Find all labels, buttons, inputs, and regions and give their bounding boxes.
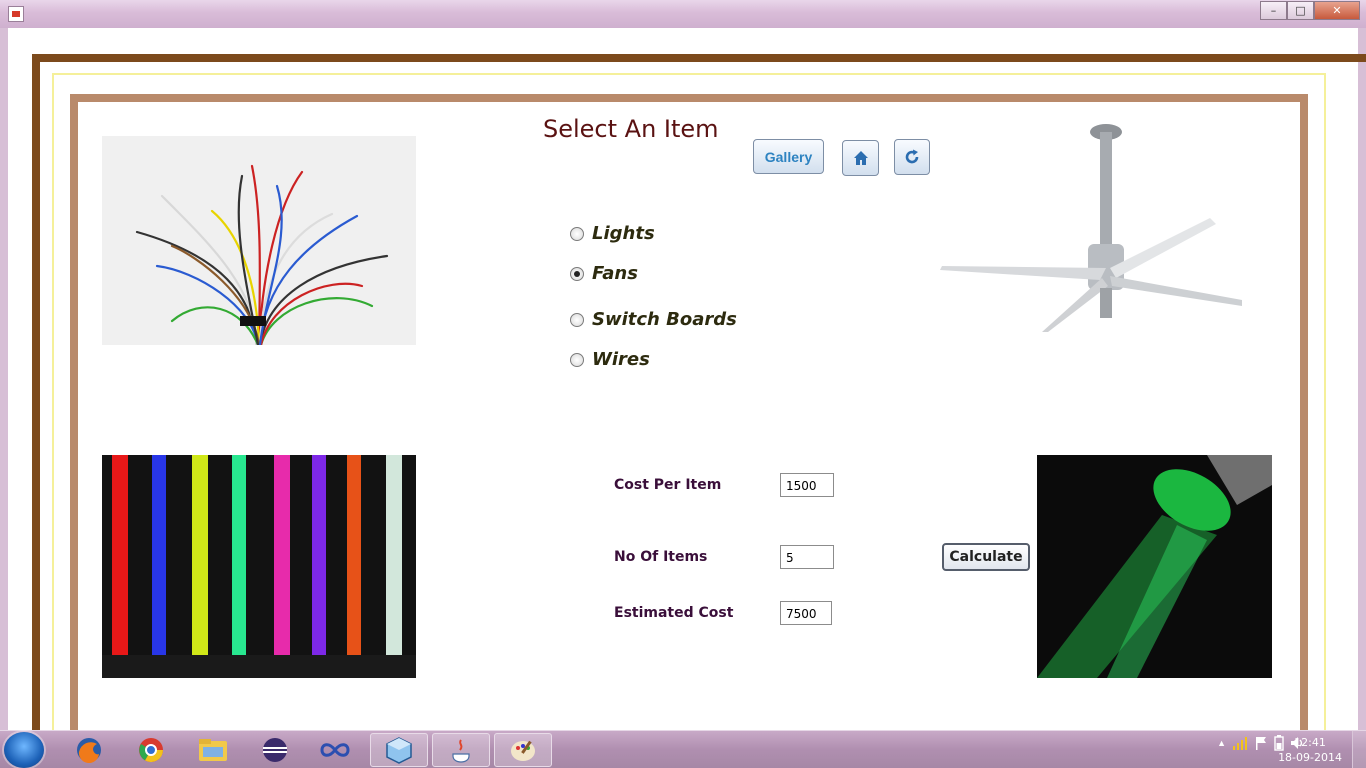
radio-label-switch-boards: Switch Boards [592,309,737,330]
radio-fans[interactable]: Fans [570,263,638,284]
taskbar-virtualbox[interactable] [370,733,428,767]
page-title: Select An Item [543,115,719,143]
radio-lights[interactable]: Lights [570,223,655,244]
taskbar-eclipse[interactable] [246,733,304,767]
start-button[interactable] [4,732,44,768]
minimize-button[interactable]: – [1260,1,1287,20]
network-signal-icon[interactable] [1232,736,1248,750]
flag-icon[interactable] [1254,736,1268,750]
no-of-items-label: No Of Items [614,549,708,565]
window-controls: – □ ✕ [1260,1,1360,20]
taskbar-paint[interactable] [494,733,552,767]
no-of-items-field[interactable]: 5 [780,545,834,569]
radio-button[interactable] [570,352,584,367]
refresh-button[interactable] [894,139,930,175]
java-app-icon [8,6,24,22]
estimated-cost-field[interactable]: 7500 [780,601,832,625]
show-desktop-button[interactable] [1352,731,1366,768]
eclipse-icon [263,738,287,762]
taskbar-java[interactable] [432,733,490,767]
show-hidden-icons-button[interactable]: ▲ [1217,738,1226,748]
gallery-button[interactable]: Gallery [753,139,824,174]
home-icon [853,151,868,165]
radio-label-fans: Fans [592,263,638,284]
java-icon [452,739,470,763]
radio-button-selected[interactable] [570,266,584,281]
cost-per-item-field[interactable]: 1500 [780,473,834,497]
firefox-icon [77,738,101,764]
taskbar-firefox[interactable] [60,733,118,767]
virtualbox-icon [386,737,412,764]
cost-per-item-label: Cost Per Item [614,477,722,493]
file-explorer-icon [199,739,227,761]
taskbar-chrome[interactable] [122,733,180,767]
radio-wires[interactable]: Wires [570,349,650,370]
radio-button[interactable] [570,312,584,327]
ceiling-fan-photo [930,118,1260,338]
window-border-left [0,28,8,730]
chrome-icon [139,738,163,763]
taskbar-infinity[interactable] [306,733,364,767]
title-bar: – □ ✕ [0,0,1366,28]
maximize-button[interactable]: □ [1287,1,1314,20]
infinity-icon [320,743,350,757]
close-button[interactable]: ✕ [1314,1,1360,20]
led-shower-photo [1037,455,1272,678]
wires-photo [102,136,416,345]
radio-label-wires: Wires [592,349,650,370]
home-button[interactable] [842,140,879,176]
taskbar-explorer[interactable] [184,733,242,767]
taskbar: ▲ 12:41 18-09-2014 [0,730,1366,768]
refresh-icon [905,149,919,164]
paint-icon [511,740,535,761]
radio-button[interactable] [570,226,584,241]
system-clock[interactable]: 12:41 18-09-2014 [1278,735,1342,765]
radio-label-lights: Lights [592,223,655,244]
clock-date: 18-09-2014 [1278,751,1342,764]
radio-switch-boards[interactable]: Switch Boards [570,309,737,330]
neon-tubes-photo [102,455,416,678]
clock-time: 12:41 [1294,736,1326,749]
estimated-cost-label: Estimated Cost [614,605,734,621]
calculate-button[interactable]: Calculate [942,543,1030,571]
